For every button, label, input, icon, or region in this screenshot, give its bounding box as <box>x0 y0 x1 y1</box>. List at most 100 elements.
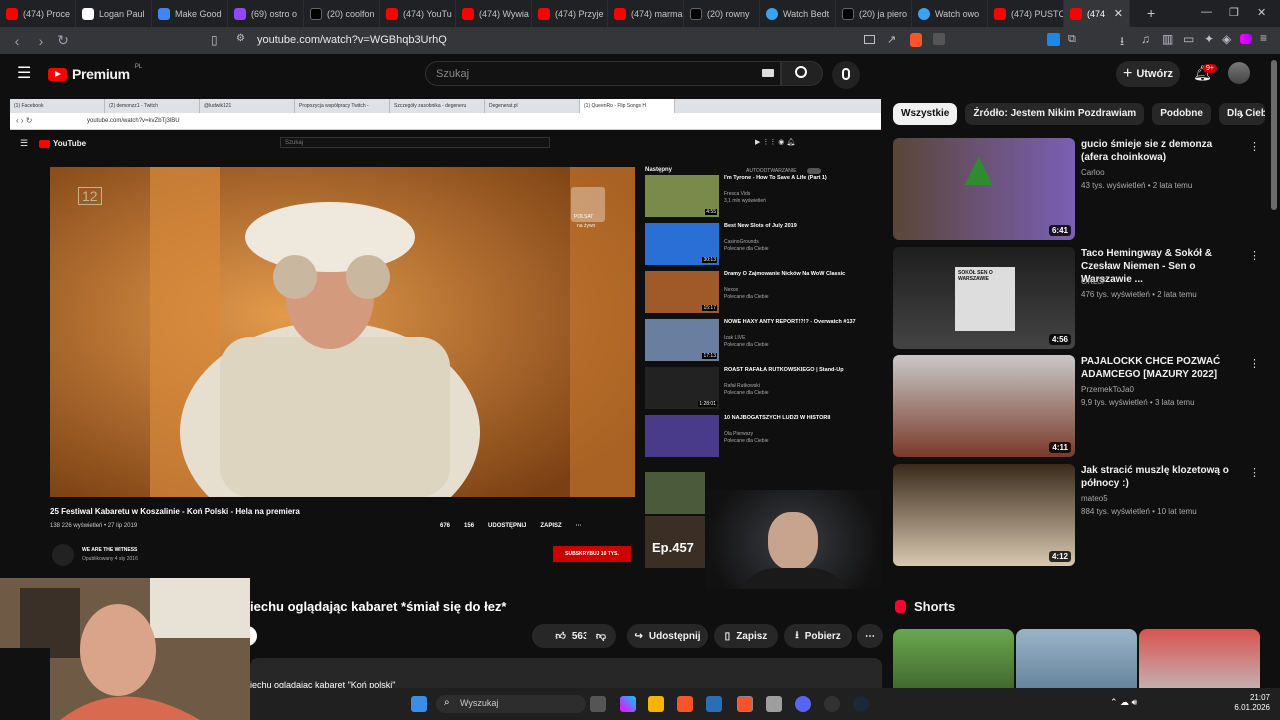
browser-tab[interactable]: (474) Przyje <box>532 0 608 27</box>
avatar[interactable] <box>1228 62 1250 84</box>
create-button[interactable]: + Utwórz <box>1116 61 1180 87</box>
hamburger-icon[interactable]: ☰ <box>17 63 31 83</box>
maximize-icon[interactable]: ❐ <box>1229 6 1239 19</box>
taskbar-search[interactable]: Wyszukaj <box>436 695 586 713</box>
related-video-channel[interactable]: mateo5 <box>1081 494 1108 503</box>
share-button[interactable]: ↪ Udostępnij <box>627 624 708 648</box>
browser-tab[interactable]: (474) YouTu <box>380 0 456 27</box>
discord-icon[interactable] <box>795 696 811 712</box>
more-options-icon[interactable]: ⋮ <box>1249 466 1260 479</box>
related-video-title[interactable]: Jak stracić muszlę klozetową o północy :… <box>1081 464 1231 490</box>
chips-next-icon[interactable]: › <box>1239 106 1244 122</box>
video-player[interactable]: (1) Facebook (2) demonzz1 - Twitch @ludwik… <box>10 99 881 589</box>
related-video-title[interactable]: gucio śmieje sie z demonza (afera choink… <box>1081 138 1231 164</box>
browser-tab[interactable]: (474) PUSTC <box>988 0 1064 27</box>
browser-tab[interactable]: (474) Proce <box>0 0 76 27</box>
brave-shield-icon[interactable] <box>910 33 922 47</box>
related-video-thumbnail[interactable]: SOKÓŁ SEN O WARSZAWIE 4:56 <box>893 247 1075 349</box>
browser-tab[interactable]: (20) coolfon <box>304 0 380 27</box>
browser-tab-label: (474) Wywia <box>479 8 529 19</box>
browser-tab[interactable]: Watch Bedt <box>760 0 836 27</box>
related-video-thumbnail[interactable]: ▲ 6:41 <box>893 138 1075 240</box>
inner-dislikes: 156 <box>464 523 475 529</box>
url-text[interactable]: youtube.com/watch?v=WGBhqb3UrhQ <box>257 34 447 46</box>
more-options-icon[interactable]: ⋮ <box>1249 140 1260 153</box>
more-actions-button[interactable]: ⋯ <box>857 624 883 648</box>
related-video-thumbnail[interactable]: 4:11 <box>893 355 1075 457</box>
file-explorer-icon[interactable] <box>648 696 664 712</box>
close-tab-icon[interactable]: ✕ <box>1114 7 1123 20</box>
forward-icon[interactable]: › <box>34 33 48 49</box>
related-video-item[interactable]: 4:12 Jak stracić muszlę klozetową o półno… <box>893 464 1263 568</box>
copilot-icon[interactable] <box>620 696 636 712</box>
more-options-icon[interactable]: ⋮ <box>1249 249 1260 262</box>
browser-tab[interactable]: (20) ja piero <box>836 0 912 27</box>
windows-start-icon[interactable] <box>411 696 427 712</box>
site-settings-icon[interactable]: ⚙ <box>236 33 245 44</box>
keyboard-icon[interactable] <box>762 69 774 77</box>
inner-rec-channel: Izak LIVE <box>724 335 746 341</box>
share-page-icon[interactable]: ↗ <box>887 33 896 46</box>
store-icon[interactable] <box>706 696 722 712</box>
bookmark-icon[interactable]: ▯ <box>211 33 218 47</box>
related-video-item[interactable]: ▲ 6:41 gucio śmieje sie z demonza (afera c… <box>893 138 1263 242</box>
related-video-item[interactable]: SOKÓŁ SEN O WARSZAWIE 4:56 Taco Hemingway … <box>893 247 1263 351</box>
related-video-channel[interactable]: Carloo <box>1081 168 1105 177</box>
browser-tab[interactable]: Watch owo <box>912 0 988 27</box>
voice-search-button[interactable] <box>832 61 860 89</box>
browser-tab-label: Make Good <box>175 8 222 19</box>
browser-tab[interactable]: (474) Wywia <box>456 0 532 27</box>
leo-icon[interactable] <box>1240 34 1252 44</box>
vpn-icon[interactable]: ◈ <box>1222 32 1231 46</box>
search-button[interactable] <box>781 61 823 86</box>
back-icon[interactable]: ‹ <box>10 33 24 49</box>
steam-icon[interactable] <box>853 696 869 712</box>
tray-icons[interactable]: ⌃ ☁ 🔊︎ <box>1110 697 1137 708</box>
close-window-icon[interactable]: ✕ <box>1257 6 1266 19</box>
taskbar-clock[interactable]: 21:07 6.01.2026 <box>1230 693 1270 713</box>
related-video-thumbnail[interactable]: 4:12 <box>893 464 1075 566</box>
browser-tab[interactable]: Make Good <box>152 0 228 27</box>
task-view-icon[interactable] <box>590 696 606 712</box>
download-button[interactable]: ⭳ Pobierz <box>784 624 852 648</box>
save-button[interactable]: ▯ Zapisz <box>714 624 778 648</box>
new-tab-icon[interactable]: + <box>1147 5 1155 21</box>
x-icon <box>310 7 322 20</box>
rewards-icon[interactable] <box>933 33 945 45</box>
related-video-channel[interactable]: PrzemekToJa0 <box>1081 385 1134 394</box>
obs-icon[interactable] <box>824 696 840 712</box>
ai-icon[interactable]: ✦ <box>1204 32 1214 46</box>
browser-tab[interactable]: (20) rowny <box>684 0 760 27</box>
filter-chip[interactable]: Wszystkie <box>893 103 958 125</box>
brave-active-icon[interactable] <box>737 696 753 712</box>
download-icon[interactable]: ⭳ <box>1120 32 1124 53</box>
related-video-channel[interactable]: ORL3F <box>1081 277 1107 286</box>
browser-tab[interactable]: (69) ostro o <box>228 0 304 27</box>
inner-header-icons: ▶ ⋮⋮ ◉ 🔔︎ <box>755 139 796 146</box>
calculator-icon[interactable] <box>766 696 782 712</box>
puzzle-icon[interactable]: ⧉ <box>1068 33 1076 46</box>
filter-chip[interactable]: Źródło: Jestem Nikim Pozdrawiam <box>965 103 1145 125</box>
browser-tab[interactable]: Logan Paul <box>76 0 152 27</box>
minimize-icon[interactable]: — <box>1201 6 1212 18</box>
extension-icon[interactable] <box>1047 33 1060 46</box>
browser-tab[interactable]: (474) marma <box>608 0 684 27</box>
menu-icon[interactable]: ≡ <box>1260 31 1267 45</box>
youtube-logo[interactable]: Premium PL <box>48 64 142 82</box>
page-scrollbar[interactable] <box>1271 60 1277 210</box>
video-duration: 4:11 <box>1049 442 1071 453</box>
search-input[interactable]: Szukaj <box>425 61 781 86</box>
music-icon[interactable]: ♫ <box>1141 32 1150 46</box>
screen-icon[interactable] <box>864 35 875 44</box>
related-video-title[interactable]: PAJALOCKK CHCE POZWAĆ ADAMCEGO [MAZURY 2… <box>1081 355 1231 381</box>
browser-tab[interactable]: (474 ✕ <box>1064 0 1130 27</box>
sidebar-icon[interactable]: ▥ <box>1162 32 1173 46</box>
wallet-icon[interactable]: ▭ <box>1183 32 1194 46</box>
filter-chip[interactable]: Podobne <box>1152 103 1211 125</box>
brave-taskbar-icon[interactable] <box>677 696 693 712</box>
reload-icon[interactable]: ↻ <box>56 32 70 49</box>
related-video-item[interactable]: 4:11 PAJALOCKK CHCE POZWAĆ ADAMCEGO [MAZU… <box>893 355 1263 459</box>
polsat-live-label: na żywo <box>577 223 596 229</box>
more-options-icon[interactable]: ⋮ <box>1249 357 1260 370</box>
dislike-button[interactable]: 👎︎ <box>586 624 616 648</box>
